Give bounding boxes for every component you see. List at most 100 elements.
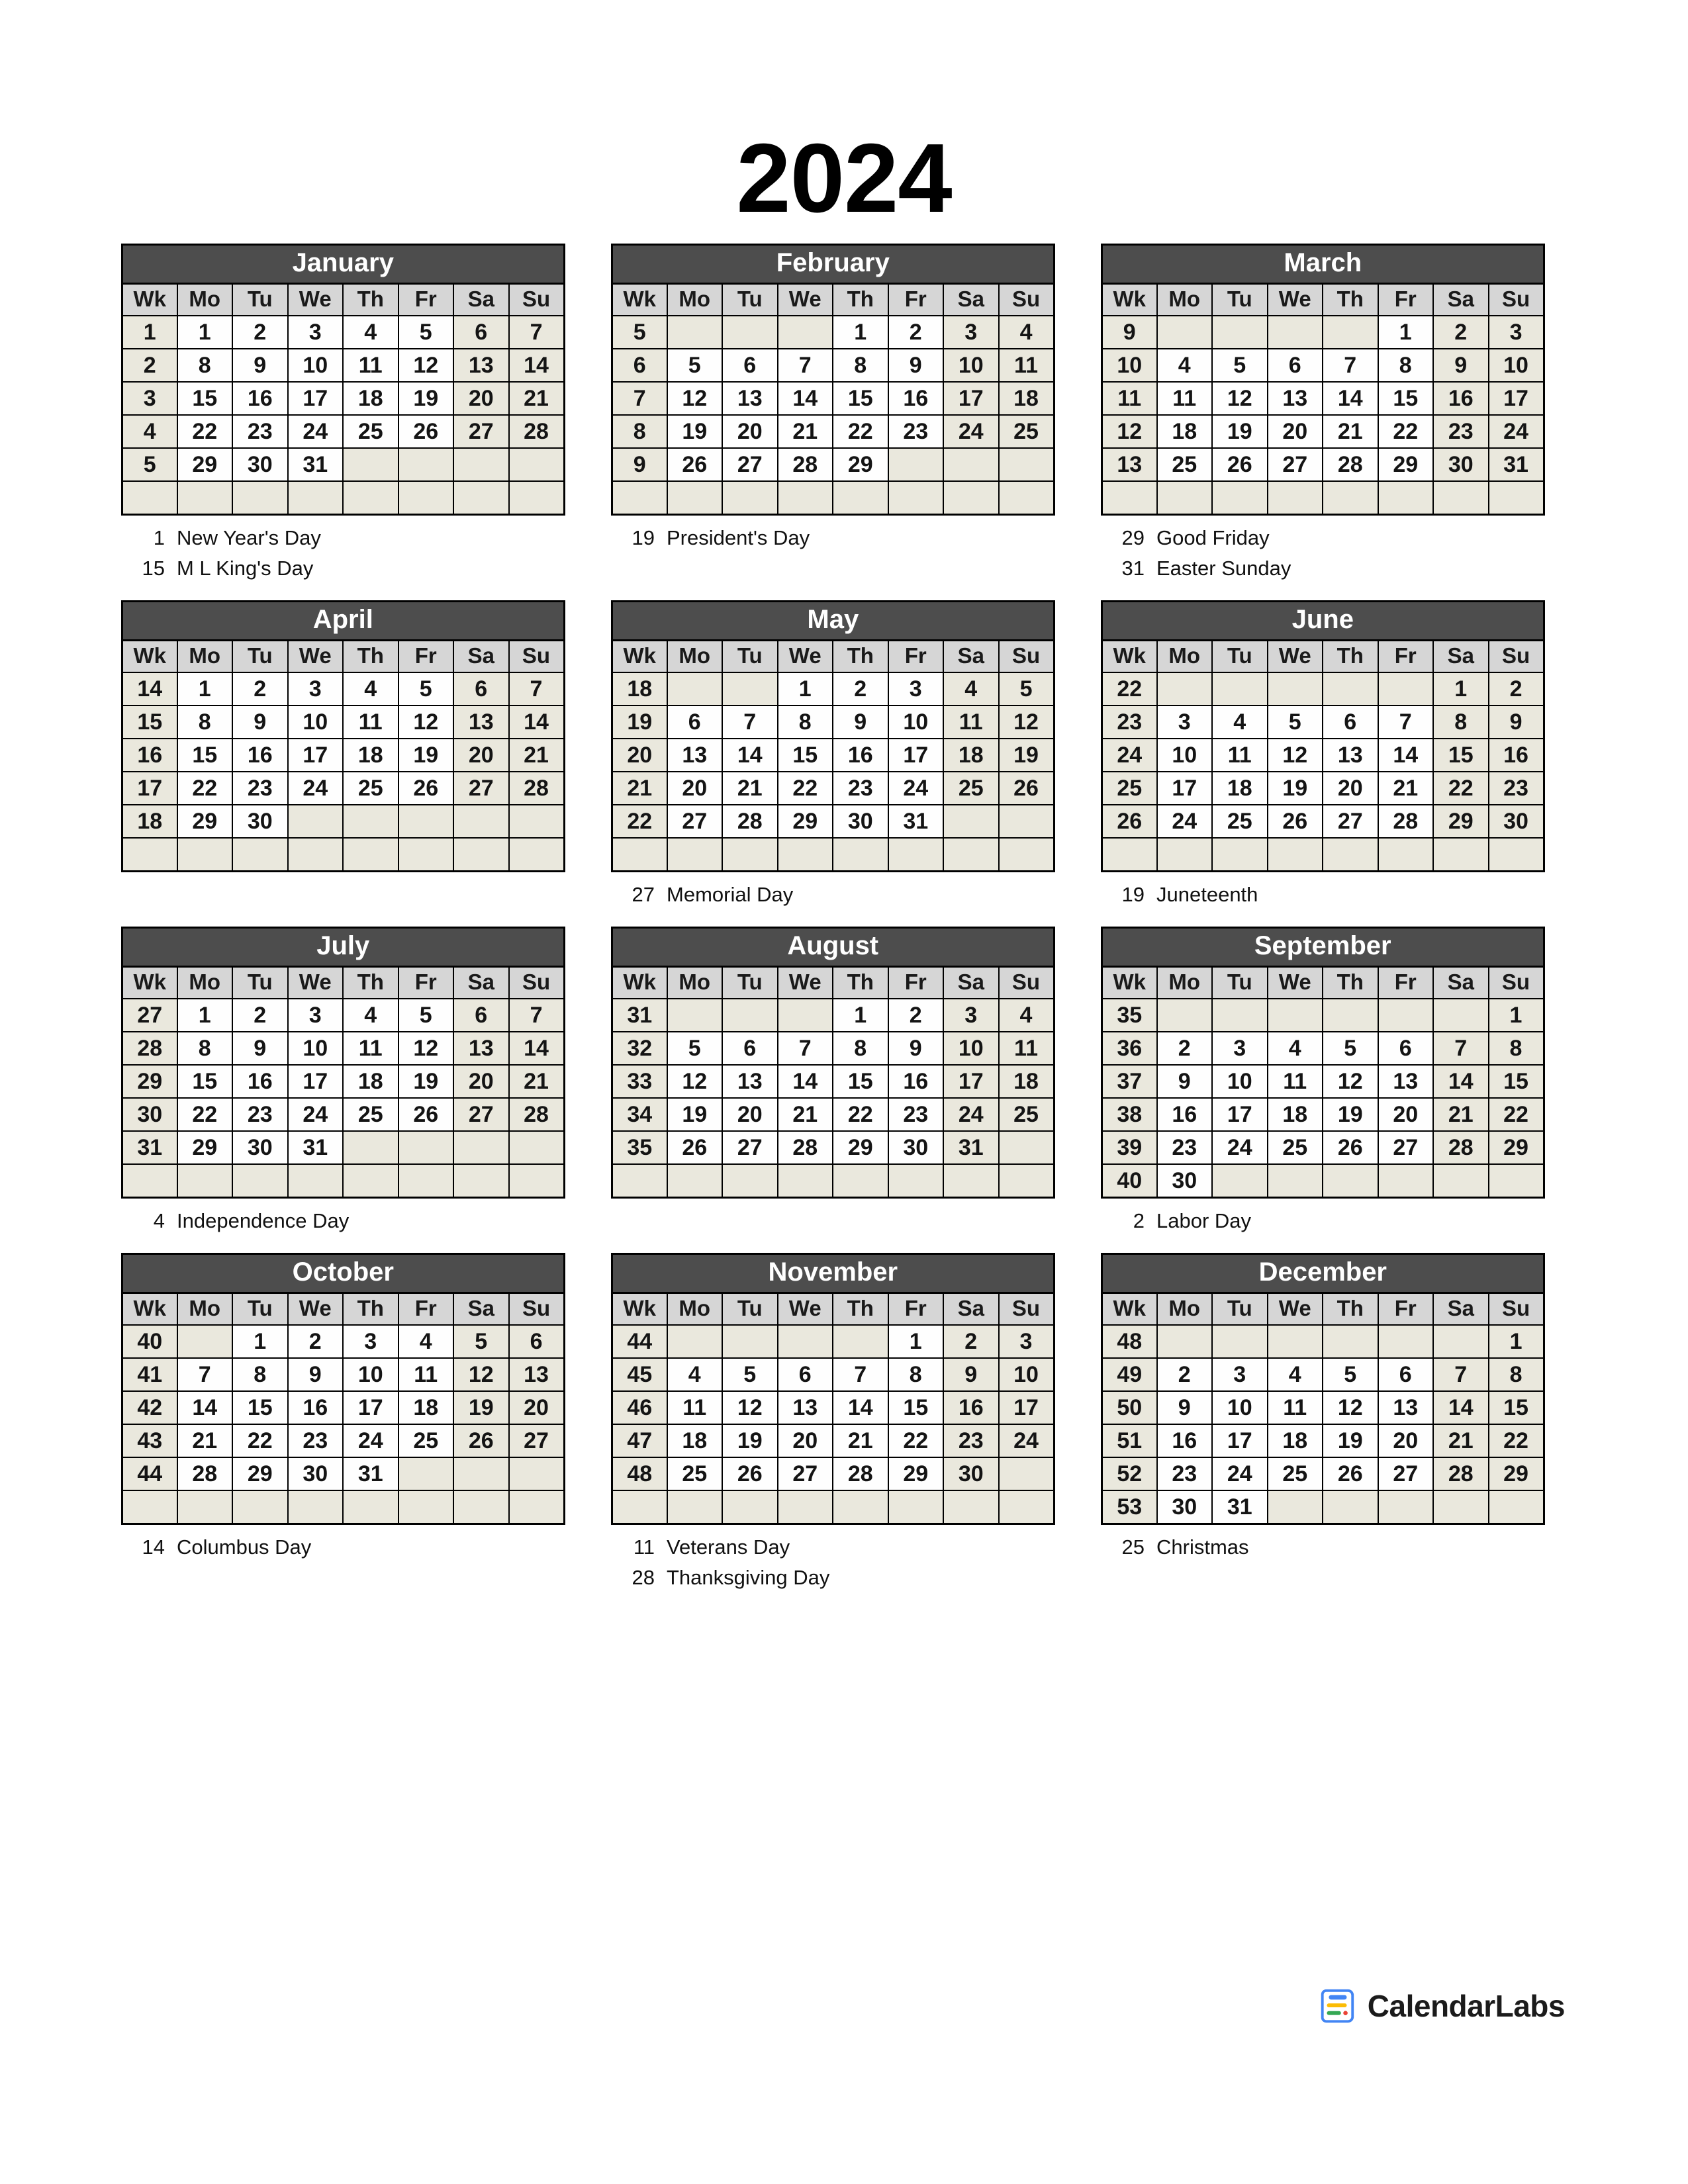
day-cell[interactable]: 9 (887, 347, 944, 383)
day-cell[interactable]: 7 (508, 314, 565, 349)
day-cell[interactable] (998, 837, 1055, 872)
day-cell[interactable]: 2 (1432, 314, 1489, 349)
day-cell[interactable]: 23 (1156, 1456, 1213, 1491)
day-cell[interactable]: 19 (397, 1064, 454, 1099)
day-cell[interactable]: 4 (943, 671, 1000, 706)
day-cell[interactable] (1156, 837, 1213, 872)
day-cell[interactable]: 2 (287, 1324, 344, 1359)
day-cell[interactable]: 15 (176, 1064, 233, 1099)
day-cell[interactable]: 13 (453, 1030, 510, 1066)
day-cell[interactable] (453, 1130, 510, 1165)
day-cell[interactable]: 17 (287, 381, 344, 416)
day-cell[interactable]: 23 (887, 414, 944, 449)
day-cell[interactable]: 26 (1322, 1456, 1379, 1491)
day-cell[interactable]: 23 (287, 1423, 344, 1458)
day-cell[interactable]: 18 (342, 1064, 399, 1099)
day-cell[interactable]: 9 (887, 1030, 944, 1066)
day-cell[interactable] (666, 1489, 723, 1525)
day-cell[interactable]: 23 (1156, 1130, 1213, 1165)
day-cell[interactable]: 3 (943, 997, 1000, 1032)
day-cell[interactable]: 5 (998, 671, 1055, 706)
day-cell[interactable]: 7 (776, 347, 833, 383)
day-cell[interactable]: 17 (887, 737, 944, 772)
day-cell[interactable]: 22 (1487, 1097, 1544, 1132)
day-cell[interactable]: 3 (1211, 1030, 1268, 1066)
day-cell[interactable] (722, 314, 778, 349)
day-cell[interactable] (176, 480, 233, 516)
day-cell[interactable]: 8 (176, 1030, 233, 1066)
day-cell[interactable]: 4 (998, 314, 1055, 349)
day-cell[interactable]: 19 (666, 1097, 723, 1132)
day-cell[interactable] (453, 447, 510, 482)
day-cell[interactable]: 24 (887, 770, 944, 805)
day-cell[interactable]: 12 (397, 704, 454, 739)
day-cell[interactable]: 7 (508, 997, 565, 1032)
day-cell[interactable]: 16 (832, 737, 889, 772)
day-cell[interactable]: 19 (666, 414, 723, 449)
day-cell[interactable] (453, 480, 510, 516)
day-cell[interactable] (832, 1489, 889, 1525)
day-cell[interactable]: 28 (1322, 447, 1379, 482)
day-cell[interactable]: 29 (776, 803, 833, 839)
day-cell[interactable]: 27 (508, 1423, 565, 1458)
day-cell[interactable]: 29 (176, 1130, 233, 1165)
day-cell[interactable]: 13 (1377, 1390, 1434, 1425)
day-cell[interactable] (232, 1489, 289, 1525)
day-cell[interactable]: 19 (722, 1423, 778, 1458)
day-cell[interactable]: 16 (1432, 381, 1489, 416)
day-cell[interactable]: 1 (176, 671, 233, 706)
day-cell[interactable]: 25 (1156, 447, 1213, 482)
day-cell[interactable]: 28 (1432, 1456, 1489, 1491)
day-cell[interactable]: 18 (397, 1390, 454, 1425)
day-cell[interactable]: 2 (232, 671, 289, 706)
day-cell[interactable]: 9 (1156, 1390, 1213, 1425)
day-cell[interactable]: 20 (666, 770, 723, 805)
day-cell[interactable]: 22 (1432, 770, 1489, 805)
day-cell[interactable] (397, 480, 454, 516)
day-cell[interactable]: 6 (453, 671, 510, 706)
day-cell[interactable] (508, 447, 565, 482)
day-cell[interactable] (397, 1130, 454, 1165)
day-cell[interactable]: 23 (832, 770, 889, 805)
day-cell[interactable] (397, 447, 454, 482)
day-cell[interactable]: 8 (1377, 347, 1434, 383)
day-cell[interactable] (1156, 997, 1213, 1032)
day-cell[interactable]: 28 (1377, 803, 1434, 839)
day-cell[interactable]: 17 (943, 1064, 1000, 1099)
day-cell[interactable]: 22 (176, 414, 233, 449)
day-cell[interactable] (1487, 837, 1545, 872)
day-cell[interactable]: 21 (722, 770, 778, 805)
day-cell[interactable] (1266, 837, 1323, 872)
day-cell[interactable] (998, 1456, 1055, 1491)
day-cell[interactable]: 2 (832, 671, 889, 706)
day-cell[interactable] (1322, 480, 1379, 516)
day-cell[interactable]: 17 (943, 381, 1000, 416)
day-cell[interactable] (508, 803, 565, 839)
day-cell[interactable] (232, 837, 289, 872)
day-cell[interactable]: 9 (1432, 347, 1489, 383)
day-cell[interactable]: 30 (887, 1130, 944, 1165)
day-cell[interactable]: 28 (776, 1130, 833, 1165)
day-cell[interactable]: 7 (776, 1030, 833, 1066)
day-cell[interactable]: 24 (287, 1097, 344, 1132)
day-cell[interactable]: 15 (176, 381, 233, 416)
day-cell[interactable]: 11 (1266, 1390, 1323, 1425)
day-cell[interactable]: 2 (1156, 1030, 1213, 1066)
day-cell[interactable]: 31 (287, 447, 344, 482)
day-cell[interactable] (1266, 1163, 1323, 1199)
day-cell[interactable]: 4 (342, 314, 399, 349)
day-cell[interactable] (1156, 1324, 1213, 1359)
day-cell[interactable]: 14 (1322, 381, 1379, 416)
day-cell[interactable]: 12 (1211, 381, 1268, 416)
day-cell[interactable] (1211, 1163, 1268, 1199)
day-cell[interactable] (998, 803, 1055, 839)
day-cell[interactable] (1211, 480, 1268, 516)
day-cell[interactable]: 21 (1377, 770, 1434, 805)
day-cell[interactable]: 13 (508, 1357, 565, 1392)
day-cell[interactable]: 26 (453, 1423, 510, 1458)
day-cell[interactable]: 20 (1377, 1097, 1434, 1132)
day-cell[interactable]: 31 (1487, 447, 1545, 482)
day-cell[interactable] (453, 803, 510, 839)
day-cell[interactable]: 21 (1322, 414, 1379, 449)
day-cell[interactable] (776, 314, 833, 349)
